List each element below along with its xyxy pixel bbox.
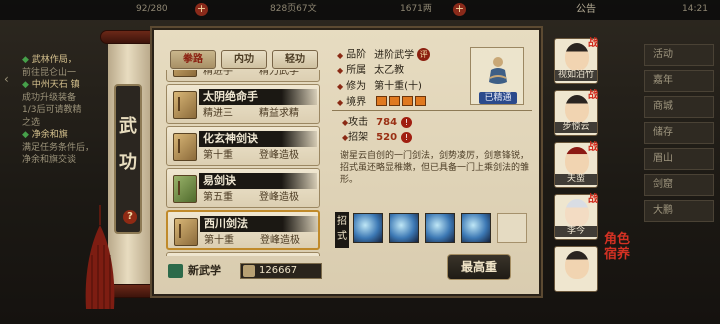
attr-realm: ◆ 境界 xyxy=(337,97,367,108)
character-slot-5[interactable] xyxy=(554,246,598,292)
skill-portrait: 已精通 xyxy=(470,47,524,105)
battle-mark: 战 xyxy=(588,38,598,49)
background-menu: 活动 嘉年 商城 储存 眉山 剑窟 大鹏 xyxy=(640,40,720,222)
tab-lightness[interactable]: 轻功 xyxy=(272,50,318,69)
menu-sword-cave[interactable]: 剑窟 xyxy=(644,174,714,196)
skill-grade: 登峰造极 xyxy=(259,192,299,203)
skill-grade: 精力武学 xyxy=(259,70,299,77)
list-item[interactable]: 太阴绝命手 精进三 精益求精 xyxy=(166,84,320,124)
skill-level: 第五重 xyxy=(203,192,233,203)
menu-carnival[interactable]: 嘉年 xyxy=(644,70,714,92)
skill-name: 化玄神剑诀 xyxy=(203,132,258,145)
list-item-selected[interactable]: 西川剑法 第十重 登峰造极 xyxy=(166,210,320,250)
skill-level: 第十重 xyxy=(204,235,234,246)
tassel-decoration xyxy=(85,205,115,309)
new-skill-label: 新武学 xyxy=(188,264,221,277)
move-slot-2[interactable] xyxy=(389,213,419,243)
menu-activity[interactable]: 活动 xyxy=(644,44,714,66)
attack-alert-icon: ! xyxy=(401,116,413,128)
stamina-text: 92/280 xyxy=(136,4,168,14)
battle-mark: 战 xyxy=(588,142,598,153)
skill-level: 精进三 xyxy=(203,108,233,119)
list-item[interactable]: 精进手 精力武学 xyxy=(166,70,320,82)
battle-mark: 战 xyxy=(588,194,598,205)
tab-fist[interactable]: 拳路 xyxy=(170,50,216,69)
points-icon xyxy=(243,265,255,277)
title-char-1: 武 xyxy=(119,116,137,137)
skill-description: 谢星云自创的一门剑法，剑势凌厉，剑意锋锐，招式虽还略显稚嫩，但已具备一门上乘剑法… xyxy=(340,151,530,185)
attr-cultivation: ◆ 修为 第十重(十) xyxy=(337,81,422,92)
character-nurture-logo[interactable]: 角色宿养 xyxy=(602,232,632,294)
skill-grade: 精益求精 xyxy=(259,108,299,119)
money-text: 1671两 xyxy=(400,4,432,14)
panel-title: 武 功 ? xyxy=(114,84,142,234)
character-name: 李今 xyxy=(555,226,597,237)
character-face xyxy=(565,147,589,175)
skill-level: 精进手 xyxy=(203,70,233,77)
divider xyxy=(332,110,532,111)
book-icon xyxy=(174,218,198,246)
parry-alert-icon: ! xyxy=(401,131,413,143)
realm-bars xyxy=(376,96,428,106)
meditating-monk-icon xyxy=(489,57,507,84)
book-icon xyxy=(173,70,197,77)
distance-text: 828页67文 xyxy=(270,4,317,14)
add-money-button[interactable]: + xyxy=(453,3,466,16)
list-item[interactable]: 易剑诀 第五重 登峰造极 xyxy=(166,168,320,208)
attr-rank: ◆ 品阶 进阶武学评 xyxy=(337,48,431,62)
add-stamina-button[interactable]: + xyxy=(195,3,208,16)
new-skill-icon xyxy=(168,264,183,278)
character-name: 视如泊竹 xyxy=(555,70,597,81)
attack-stat: ◆攻击 784! xyxy=(342,116,413,130)
menu-shop[interactable]: 商城 xyxy=(644,96,714,118)
skill-points: 126667 xyxy=(240,263,322,279)
move-slot-3[interactable] xyxy=(425,213,455,243)
menu-dapeng[interactable]: 大鹏 xyxy=(644,200,714,222)
parry-stat: ◆招架 520! xyxy=(342,131,413,145)
help-button[interactable]: ? xyxy=(123,210,137,224)
move-slot-empty[interactable] xyxy=(497,213,527,243)
new-skill-button[interactable]: 新武学 xyxy=(168,262,221,280)
character-name: 步惊云 xyxy=(555,122,597,133)
book-icon xyxy=(173,133,197,161)
max-level-button[interactable]: 最高重 xyxy=(447,254,511,280)
skill-level: 第十重 xyxy=(203,150,233,161)
list-item[interactable]: 化玄神剑诀 第十重 登峰造极 xyxy=(166,126,320,166)
notice-button[interactable]: 公告 xyxy=(576,2,596,17)
clock-text: 14:21 xyxy=(682,4,708,14)
tab-inner[interactable]: 内功 xyxy=(221,50,267,69)
menu-mountain[interactable]: 眉山 xyxy=(644,148,714,170)
character-face xyxy=(565,43,589,71)
menu-storage[interactable]: 储存 xyxy=(644,122,714,144)
character-face xyxy=(565,251,589,279)
move-slot-1[interactable] xyxy=(353,213,383,243)
game-screen: 92/280 + 828页67文 1671两 + 公告 14:21 ‹ ◆ 武林… xyxy=(0,0,720,324)
skill-list[interactable]: 精进手 精力武学 太阴绝命手 精进三 精益求精 化玄神剑诀 第十重 登峰造极 易… xyxy=(166,70,322,256)
book-icon xyxy=(173,91,197,119)
quest-tracker[interactable]: ◆ 武林作局， 前往昆仑山一 ◆ 中州天石 镇 成功升级装备 1/3后可请教精 … xyxy=(0,54,110,204)
rank-tag[interactable]: 评 xyxy=(417,48,431,61)
skill-grade: 登峰造极 xyxy=(259,150,299,161)
moves-label: 招式 xyxy=(335,212,349,248)
character-face xyxy=(565,95,589,123)
attr-school: ◆ 所属 太乙教 xyxy=(337,65,405,76)
skill-name: 易剑诀 xyxy=(203,174,236,187)
skill-name: 西川剑法 xyxy=(204,217,248,230)
character-name: 夫蛮 xyxy=(555,174,597,185)
mastered-badge: 已精通 xyxy=(479,92,517,104)
list-item[interactable] xyxy=(166,252,320,256)
move-slot-4[interactable] xyxy=(461,213,491,243)
skill-grade: 登峰造极 xyxy=(260,235,300,246)
character-face xyxy=(565,199,589,227)
title-char-2: 功 xyxy=(119,152,137,173)
battle-mark: 战 xyxy=(588,90,598,101)
points-value: 126667 xyxy=(259,265,298,276)
book-icon xyxy=(173,175,197,203)
skill-name: 太阴绝命手 xyxy=(203,90,258,103)
status-bar: 92/280 + 828页67文 1671两 + 公告 14:21 xyxy=(0,0,720,20)
